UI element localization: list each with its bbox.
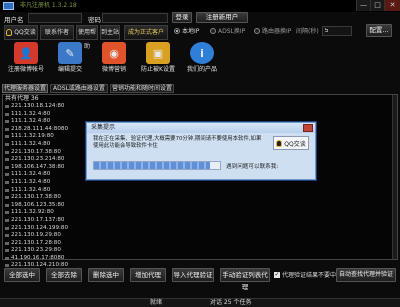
register-weibo-button[interactable]: 👤 注册微博帐号: [6, 42, 46, 73]
qq-icon: [6, 29, 13, 36]
manual-verify-button[interactable]: 手动验证列表代理: [220, 268, 270, 291]
radio-local-ip[interactable]: 本地IP: [174, 27, 199, 37]
window-title-bar: 非凡注册机 1.3.2.18: [0, 0, 400, 12]
interval-label: 间隔(秒): [296, 28, 319, 35]
shield-settings-icon: ▣: [146, 42, 170, 64]
our-products-label: 我们的产品: [186, 66, 217, 73]
proxy-list-item[interactable]: 221.130.124.199:80: [3, 225, 397, 233]
contact-author-button[interactable]: 联系作者: [40, 25, 74, 40]
import-proxy-button[interactable]: 导入代理验证: [172, 268, 214, 282]
dialog-contact-text: 遇到问题可以联系我:: [226, 164, 279, 170]
proxy-list-item[interactable]: 198.106.123.35:80: [3, 202, 397, 210]
radio-adsl-ip[interactable]: ADSL换IP: [210, 27, 245, 37]
sponsor-button[interactable]: 成为正式客户: [124, 25, 168, 40]
status-tasks: 对话 25 个任务: [210, 299, 252, 306]
dialog-qq-button[interactable]: QQ交谈: [273, 136, 309, 150]
proxy-list-item[interactable]: 221.130.17.28:80: [3, 240, 397, 248]
add-proxy-button[interactable]: 增加代理: [130, 268, 166, 282]
weibo-icon: ◉: [102, 42, 126, 64]
dialog-message: 我在正在采集、验证代理,大概需要70分钟,期间请不要使用本软件,如果使用此功能会…: [93, 136, 262, 149]
app-icon: [3, 2, 14, 10]
progress-bar: [93, 161, 221, 170]
proxy-list-scrollbar[interactable]: [392, 95, 397, 259]
qq-chat-button[interactable]: QQ交谈: [4, 25, 38, 40]
window-title: 非凡注册机 1.3.2.18: [20, 2, 77, 9]
proxy-count-label: 共有代理 36: [5, 95, 39, 102]
edit-submit-label: 编辑提交: [57, 66, 82, 73]
anti-ban-settings-label: 防止被K设置: [141, 66, 175, 73]
proxy-list-item[interactable]: 221.130.23.29:80: [3, 247, 397, 255]
radio-dot-icon: [254, 28, 260, 34]
status-ready: 就绪: [150, 299, 163, 306]
proxy-list-item[interactable]: 221.130.17.38:80: [3, 194, 397, 202]
exclude-china-label: 代理验证结果不要中国: [282, 272, 343, 279]
select-all-button[interactable]: 全部选中: [4, 268, 40, 282]
proxy-list-item[interactable]: 111.1.32.92:80: [3, 209, 397, 217]
proxy-list-item[interactable]: 111.1.32.4:80: [3, 187, 397, 195]
dialog-close-button[interactable]: [303, 124, 313, 132]
auto-find-proxy-button[interactable]: 自动查找代理并验证: [336, 268, 396, 282]
dialog-title: 采集提示: [87, 123, 315, 133]
username-input[interactable]: [28, 13, 82, 23]
help-button[interactable]: 使用帮助: [76, 25, 98, 50]
qq-chat-label: QQ交谈: [14, 28, 36, 36]
goto-site-button[interactable]: 到主站: [100, 25, 120, 40]
proxy-list-item[interactable]: 221.130.19.29:80: [3, 232, 397, 240]
progress-fill: [94, 162, 210, 169]
username-label: 用户名: [4, 16, 24, 24]
collect-dialog: 采集提示 我在正在采集、验证代理,大概需要70分钟,期间请不要使用本软件,如果使…: [86, 122, 316, 180]
minimize-button[interactable]: —: [356, 0, 370, 11]
exclude-china-checkbox[interactable]: ✓ 代理验证结果不要中国: [274, 270, 342, 279]
login-button[interactable]: 登录: [172, 12, 192, 23]
radio-router-ip[interactable]: 路由器换IP: [254, 27, 291, 37]
maximize-button[interactable]: □: [370, 0, 384, 11]
edit-submit-button[interactable]: ✎ 编辑提交: [50, 42, 90, 73]
close-window-button[interactable]: ✕: [384, 0, 400, 11]
password-label: 密码: [88, 16, 101, 24]
status-bar: 就绪 对话 25 个任务: [0, 298, 400, 307]
proxy-list-item[interactable]: 221.130.18.124:80: [3, 103, 397, 111]
proxy-list-item[interactable]: 111.1.32.4:80: [3, 111, 397, 119]
checkbox-checked-icon: ✓: [274, 270, 280, 278]
password-input[interactable]: [102, 13, 168, 23]
interval-input[interactable]: [322, 26, 352, 36]
config-button[interactable]: 配置...: [366, 24, 392, 37]
radio-dot-icon: [174, 28, 180, 34]
register-button[interactable]: 注册新用户: [196, 12, 248, 23]
info-icon: i: [190, 42, 214, 64]
edit-icon: ✎: [58, 42, 82, 64]
register-weibo-label: 注册微博帐号: [7, 66, 44, 73]
deselect-all-button[interactable]: 全部去除: [46, 268, 82, 282]
tab-marketing-time[interactable]: 营销功能和随时间设置: [110, 84, 174, 93]
anti-ban-settings-button[interactable]: ▣ 防止被K设置: [138, 42, 178, 73]
proxy-list-item[interactable]: 221.130.17.137:80: [3, 217, 397, 225]
tab-adsl-router[interactable]: ADSL或路由器设置: [50, 84, 108, 93]
delete-selected-button[interactable]: 删除选中: [88, 268, 124, 282]
qq-icon: [276, 139, 283, 147]
dialog-qq-label: QQ交谈: [284, 140, 306, 148]
our-products-button[interactable]: i 我们的产品: [182, 42, 222, 73]
weibo-marketing-label: 微博营销: [101, 66, 126, 73]
radio-dot-icon: [210, 28, 216, 34]
weibo-marketing-button[interactable]: ◉ 微博营销: [94, 42, 134, 73]
user-icon: 👤: [14, 42, 38, 64]
proxy-list-item[interactable]: 41.190.16.17:8080: [3, 255, 397, 263]
tab-proxy-settings[interactable]: 代理服务器设置: [2, 84, 48, 93]
proxy-list-item[interactable]: 111.1.32.4:80: [3, 179, 397, 187]
